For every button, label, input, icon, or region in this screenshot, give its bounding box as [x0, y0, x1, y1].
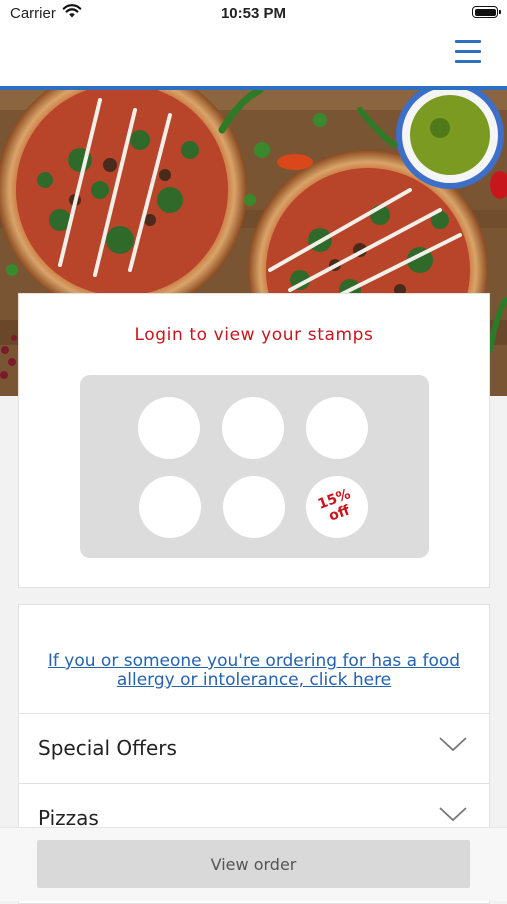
login-to-view-stamps-link[interactable]: Login to view your stamps — [19, 325, 489, 345]
stamp-slot — [139, 476, 201, 538]
view-order-button[interactable]: View order — [37, 840, 470, 888]
stamp-grid: 15% off — [80, 375, 429, 558]
stamp-card: Login to view your stamps 15% off — [18, 293, 490, 588]
chevron-down-icon — [439, 806, 467, 826]
reward-stamp: 15% off — [306, 476, 368, 538]
category-label: Special Offers — [38, 736, 177, 760]
allergy-info-link[interactable]: If you or someone you're ordering for ha… — [19, 652, 489, 690]
clock-time: 10:53 PM — [220, 5, 287, 22]
stamp-slot — [138, 397, 200, 459]
stamp-slot — [306, 397, 368, 459]
navigation-bar — [0, 28, 507, 90]
menu-category-special-offers[interactable]: Special Offers — [19, 713, 489, 783]
battery-icon — [472, 6, 501, 18]
status-bar: Carrier 10:53 PM — [0, 0, 507, 28]
chevron-down-icon — [439, 736, 467, 756]
stamp-slot — [222, 397, 284, 459]
bottom-bar: View order — [0, 827, 507, 901]
hamburger-menu-icon[interactable] — [455, 40, 483, 64]
stamp-slot — [223, 476, 285, 538]
